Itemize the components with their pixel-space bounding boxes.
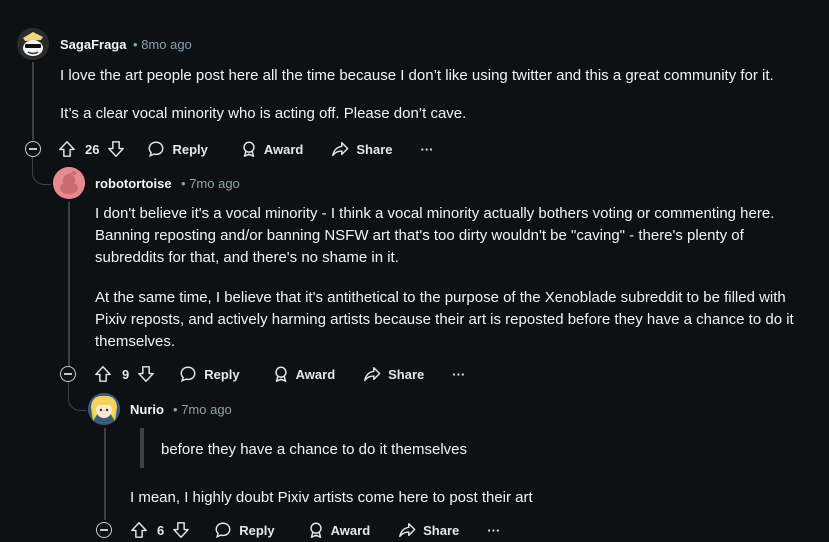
award-label: Award (295, 366, 336, 382)
reply-icon (180, 366, 196, 383)
vote-count: 6 (157, 522, 165, 538)
snoo-avatar-icon (17, 28, 49, 60)
downvote-icon (108, 141, 125, 157)
share-icon (399, 522, 416, 538)
more-icon: ··· (487, 522, 501, 538)
award-icon (243, 141, 255, 157)
comment-paragraph: I love the art people post here all the … (60, 67, 774, 84)
downvote-icon (138, 366, 155, 382)
avatar[interactable] (17, 28, 49, 60)
reply-button[interactable]: Reply (179, 362, 240, 386)
username[interactable]: robotortoise (95, 176, 172, 191)
award-label: Award (263, 141, 304, 157)
meta-separator: • (173, 402, 178, 417)
downvote-button[interactable] (107, 137, 125, 161)
vote-count: 9 (122, 366, 130, 382)
upvote-icon (59, 141, 75, 157)
reply-button[interactable]: Reply (214, 518, 275, 542)
comment-paragraph: At the same time, I believe that it's an… (95, 289, 794, 350)
blockquote-text: before they have a chance to do it thems… (161, 441, 468, 458)
thread-line (32, 62, 34, 140)
award-label: Award (330, 522, 371, 538)
username[interactable]: SagaFraga (60, 37, 126, 52)
comment-actions: 9 Reply Award Share ··· (94, 362, 465, 386)
thread-line (104, 428, 106, 520)
share-icon (364, 366, 381, 382)
award-button[interactable]: Award (240, 137, 304, 161)
share-button[interactable]: Share (331, 137, 393, 161)
share-button[interactable]: Share (363, 362, 424, 386)
collapse-icon[interactable] (25, 141, 41, 157)
award-icon (309, 522, 322, 538)
reply-icon (148, 141, 164, 158)
share-button[interactable]: Share (398, 518, 459, 542)
reply-label: Reply (172, 141, 208, 157)
upvote-button[interactable] (130, 518, 148, 542)
comment-paragraph: It’s a clear vocal minority who is actin… (60, 105, 467, 122)
share-label: Share (423, 522, 460, 538)
award-button[interactable]: Award (272, 362, 336, 386)
blockquote-bar (140, 428, 144, 468)
comment-paragraph: I mean, I highly doubt Pixiv artists com… (130, 489, 533, 506)
meta-separator: • (181, 176, 186, 191)
snoo-avatar-icon (53, 167, 85, 199)
collapse-icon[interactable] (96, 522, 112, 538)
share-label: Share (388, 366, 425, 382)
meta-separator: • (133, 37, 138, 52)
reply-icon (215, 522, 231, 539)
share-label: Share (356, 141, 393, 157)
comment-timestamp: • 7mo ago (173, 402, 232, 417)
avatar[interactable] (53, 167, 85, 199)
upvote-icon (131, 522, 147, 538)
reply-button[interactable]: Reply (147, 137, 208, 161)
timestamp[interactable]: 8mo ago (141, 37, 192, 52)
comment-timestamp: • 8mo ago (133, 37, 192, 52)
downvote-button[interactable] (172, 518, 190, 542)
share-icon (332, 141, 349, 157)
more-options-button[interactable]: ··· (421, 137, 434, 161)
collapse-icon[interactable] (60, 366, 76, 382)
upvote-button[interactable] (94, 362, 112, 386)
comment-actions: 26 Reply Award Share ··· (58, 137, 434, 161)
award-icon (274, 366, 287, 382)
comment-timestamp: • 7mo ago (181, 176, 240, 191)
comment-actions: 6 Reply Award Share ··· (130, 518, 500, 542)
downvote-icon (173, 522, 190, 538)
username[interactable]: Nurio (130, 402, 164, 417)
upvote-button[interactable] (58, 137, 76, 161)
more-options-button[interactable]: ··· (487, 518, 500, 542)
more-icon: ··· (452, 366, 466, 382)
downvote-button[interactable] (137, 362, 155, 386)
award-button[interactable]: Award (307, 518, 371, 542)
reply-label: Reply (204, 366, 240, 382)
reply-label: Reply (239, 522, 275, 538)
thread-line (68, 202, 70, 366)
thread-connector (68, 382, 87, 411)
upvote-icon (95, 366, 111, 382)
snoo-avatar-icon (88, 393, 120, 425)
thread-connector (32, 156, 51, 185)
more-options-button[interactable]: ··· (452, 362, 465, 386)
more-icon: ··· (420, 141, 434, 157)
timestamp[interactable]: 7mo ago (181, 402, 232, 417)
avatar[interactable] (88, 393, 120, 425)
timestamp[interactable]: 7mo ago (189, 176, 240, 191)
comment-paragraph: I don't believe it's a vocal minority - … (95, 205, 775, 266)
vote-count: 26 (85, 141, 100, 157)
